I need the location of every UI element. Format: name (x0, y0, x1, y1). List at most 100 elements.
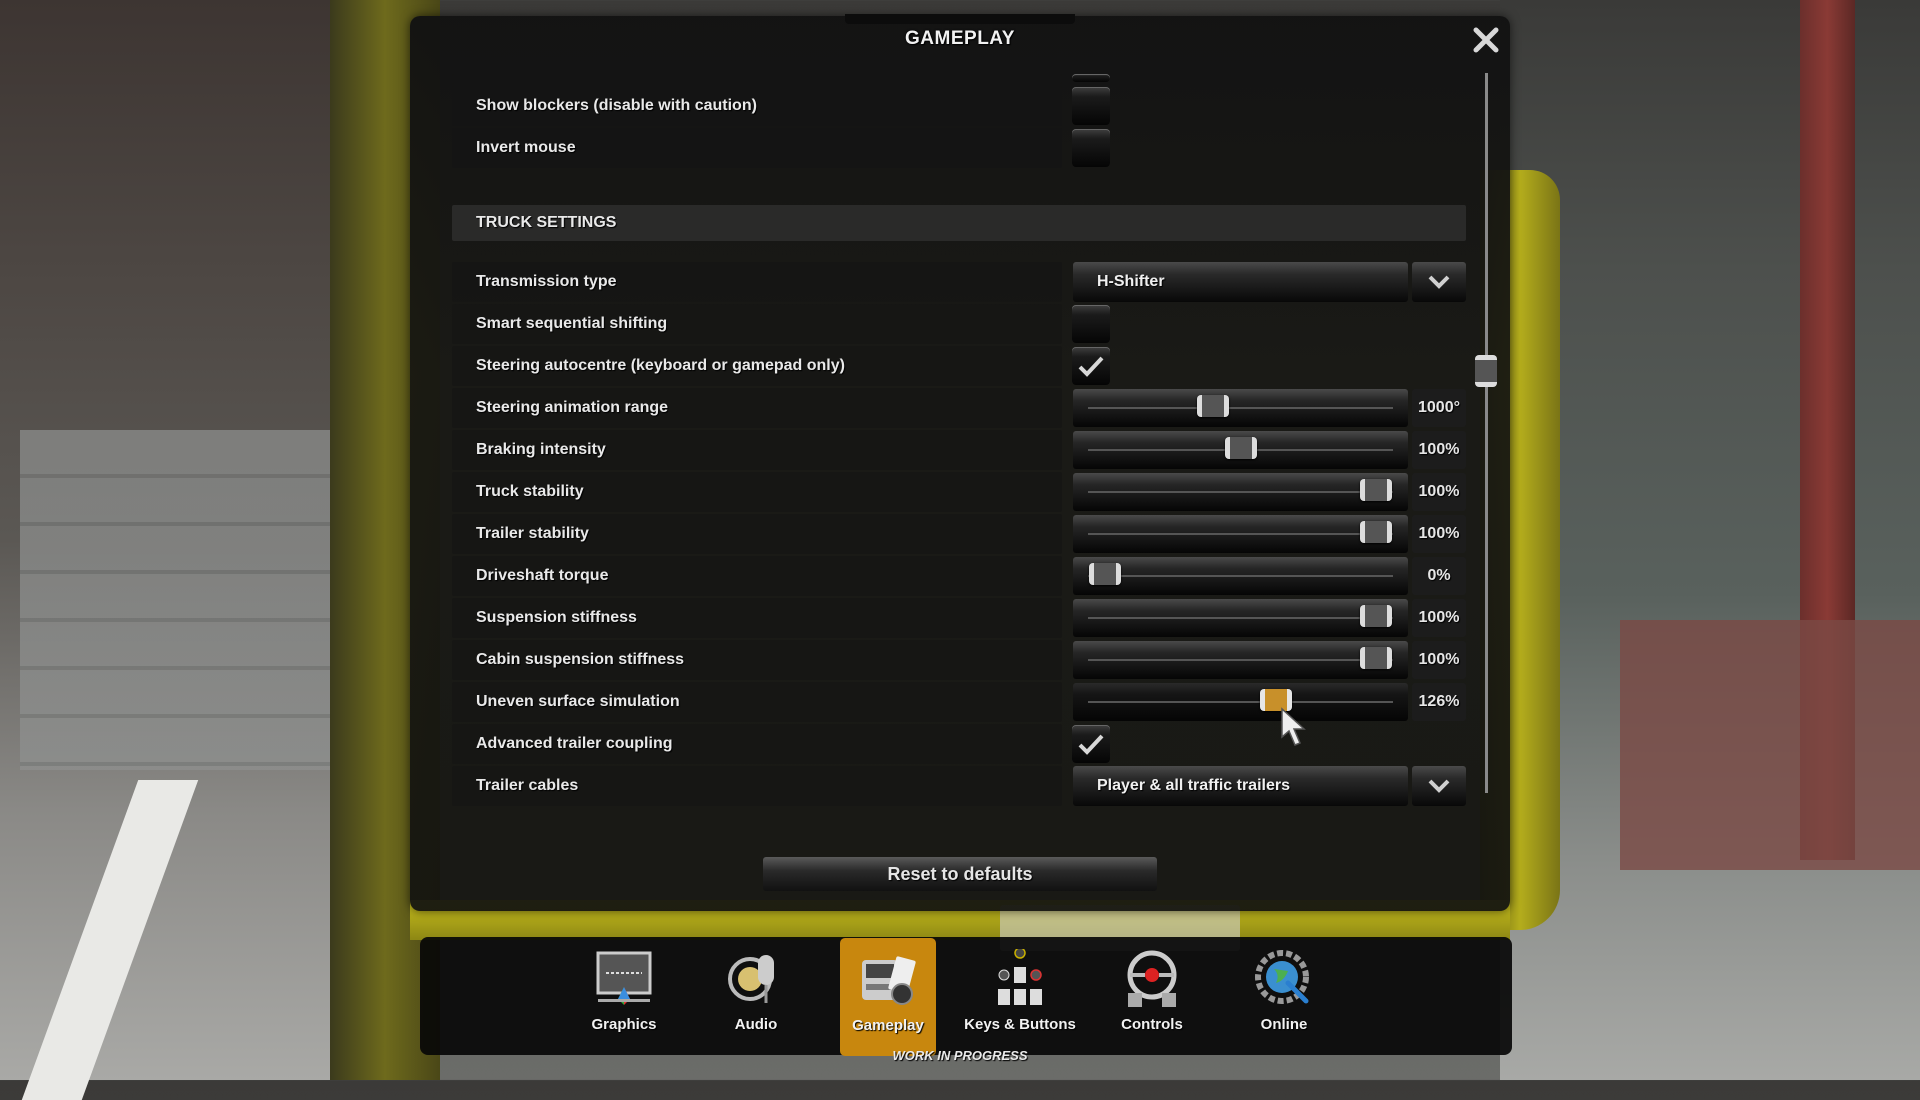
red-wall (1620, 620, 1920, 870)
scrollbar-track[interactable] (1485, 73, 1488, 793)
monitor-icon (596, 951, 652, 1005)
garage-door (20, 430, 340, 770)
slider-value: 100% (1412, 431, 1466, 469)
slider-value: 100% (1412, 515, 1466, 553)
slider-track (1088, 533, 1393, 535)
chevron-down-icon (1428, 275, 1450, 289)
slider-track (1088, 491, 1393, 493)
show-blockers-checkbox[interactable] (1072, 87, 1110, 125)
slider-track (1088, 701, 1393, 703)
tab-label: Online (1260, 1016, 1308, 1033)
truck-stability-slider[interactable] (1073, 473, 1408, 511)
slider-value: 0% (1412, 557, 1466, 595)
row-show-blockers: Show blockers (disable with caution) (452, 86, 1468, 126)
close-icon (1473, 27, 1499, 53)
invert-mouse-checkbox[interactable] (1072, 129, 1110, 167)
chevron-down-icon (1428, 779, 1450, 793)
trailer-cables-dropdown[interactable]: Player & all traffic trailers (1073, 766, 1408, 806)
keys-buttons-icon (998, 949, 1042, 1005)
slider-thumb[interactable] (1089, 563, 1121, 585)
slider-track (1088, 659, 1393, 661)
slider-thumb[interactable] (1360, 521, 1392, 543)
speaker-microphone-icon (728, 955, 774, 1003)
floor-marking (21, 780, 199, 1100)
section-header-truck-settings: TRUCK SETTINGS (452, 205, 1466, 241)
checkmark-icon (1078, 734, 1104, 755)
tab-label: Graphics (591, 1016, 657, 1033)
cabin-suspension-stiffness-slider[interactable] (1073, 641, 1408, 679)
tab-label: Audio (734, 1016, 778, 1033)
truck-clipboard-icon (862, 956, 916, 1005)
slider-thumb[interactable] (1224, 437, 1257, 459)
row-steering-autocentre: Steering autocentre (keyboard or gamepad… (452, 346, 1468, 386)
tab-label: Keys & Buttons (964, 1016, 1076, 1033)
reset-to-defaults-button[interactable]: Reset to defaults (763, 857, 1157, 891)
dropdown-value: Player & all traffic trailers (1097, 777, 1290, 794)
tab-label: Gameplay (852, 1017, 924, 1034)
setting-label: Braking intensity (476, 441, 606, 458)
slider-thumb[interactable] (1360, 647, 1392, 669)
setting-label: Uneven surface simulation (476, 693, 680, 710)
transmission-type-dropdown-toggle[interactable] (1412, 262, 1466, 302)
setting-label: Smart sequential shifting (476, 315, 668, 332)
setting-label: Suspension stiffness (476, 609, 637, 626)
driveshaft-torque-slider[interactable] (1073, 557, 1408, 595)
slider-thumb[interactable] (1197, 395, 1230, 417)
row-suspension-stiffness: Suspension stiffness 100% (452, 598, 1468, 638)
slider-thumb[interactable] (1360, 605, 1392, 627)
row-advanced-trailer-coupling: Advanced trailer coupling (452, 724, 1468, 764)
suspension-stiffness-slider[interactable] (1073, 599, 1408, 637)
setting-label: Trailer stability (476, 525, 589, 542)
scrollbar-thumb[interactable] (1475, 355, 1497, 388)
slider-value: 100% (1412, 641, 1466, 679)
slider-track (1088, 407, 1393, 409)
checkmark-icon (1078, 356, 1104, 377)
steering-animation-range-slider[interactable] (1073, 389, 1408, 427)
smart-sequential-shifting-checkbox[interactable] (1072, 305, 1110, 343)
advanced-trailer-coupling-checkbox[interactable] (1072, 725, 1110, 763)
tab-label: Controls (1121, 1016, 1183, 1033)
row-braking-intensity: Braking intensity 100% (452, 430, 1468, 470)
slider-value: 100% (1412, 473, 1466, 511)
row-steering-animation-range: Steering animation range 1000° (452, 388, 1468, 428)
setting-label: Truck stability (476, 483, 584, 500)
tab-keys-buttons[interactable]: Keys & Buttons (964, 937, 1076, 1057)
row-trailer-cables: Trailer cables Player & all traffic trai… (452, 766, 1468, 806)
braking-intensity-slider[interactable] (1073, 431, 1408, 469)
slider-value: 126% (1412, 683, 1466, 721)
panel-top-notch (845, 14, 1075, 24)
row-smart-sequential-shifting: Smart sequential shifting (452, 304, 1468, 344)
setting-label: Driveshaft torque (476, 567, 609, 584)
slider-value: 1000° (1412, 389, 1466, 427)
background-right-scene (1500, 0, 1920, 1080)
tab-online[interactable]: Online (1236, 937, 1332, 1057)
row-driveshaft-torque: Driveshaft torque 0% (452, 556, 1468, 596)
tab-audio[interactable]: Audio (708, 937, 804, 1057)
row-trailer-stability: Trailer stability 100% (452, 514, 1468, 554)
setting-label: Advanced trailer coupling (476, 735, 673, 752)
tab-graphics[interactable]: Graphics (576, 937, 672, 1057)
transmission-type-dropdown[interactable]: H-Shifter (1073, 262, 1408, 302)
close-button[interactable] (1472, 26, 1500, 54)
setting-label: Steering animation range (476, 399, 669, 416)
mouse-cursor-icon (1281, 707, 1306, 746)
setting-label: Transmission type (476, 273, 617, 290)
setting-label: Trailer cables (476, 777, 579, 794)
slider-track (1088, 575, 1393, 577)
partial-row (452, 74, 1468, 84)
uneven-surface-simulation-slider[interactable] (1073, 683, 1408, 721)
trailer-stability-slider[interactable] (1073, 515, 1408, 553)
row-invert-mouse: Invert mouse (452, 128, 1468, 168)
setting-label: Cabin suspension stiffness (476, 651, 685, 668)
setting-label: Invert mouse (476, 139, 576, 156)
steering-autocentre-checkbox[interactable] (1072, 347, 1110, 385)
trailer-cables-dropdown-toggle[interactable] (1412, 766, 1466, 806)
partial-checkbox[interactable] (1072, 74, 1110, 82)
work-in-progress-label: WORK IN PROGRESS (892, 1048, 1028, 1063)
tab-gameplay[interactable]: Gameplay (840, 938, 936, 1056)
tab-controls[interactable]: Controls (1104, 937, 1200, 1057)
slider-thumb[interactable] (1360, 479, 1392, 501)
steering-wheel-icon (1127, 950, 1177, 1007)
row-uneven-surface-simulation: Uneven surface simulation 126% (452, 682, 1468, 722)
page-title: GAMEPLAY (905, 28, 1015, 49)
